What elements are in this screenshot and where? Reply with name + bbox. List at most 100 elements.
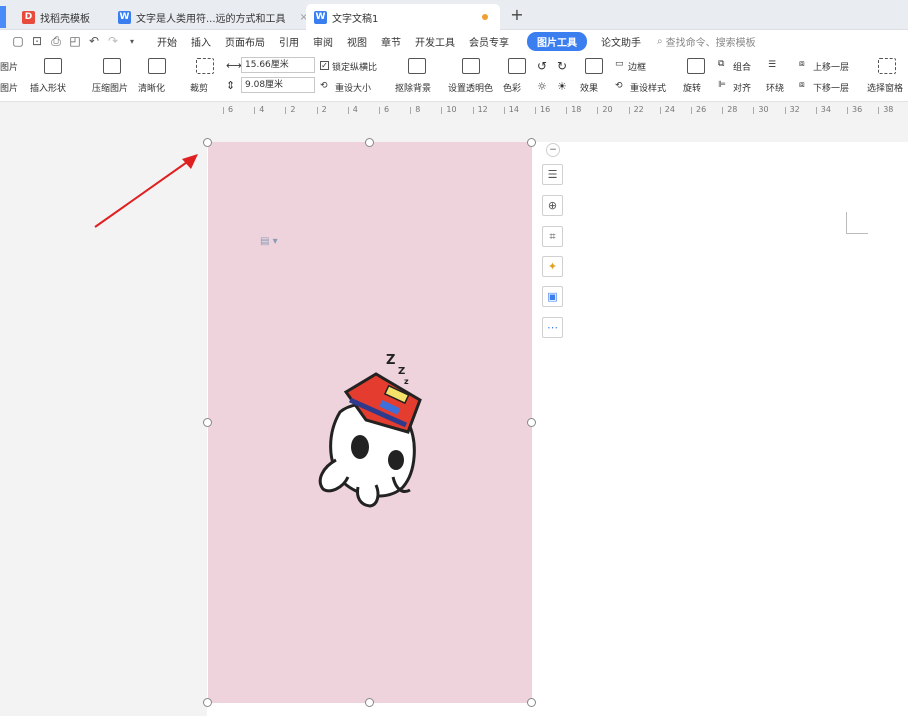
color-button[interactable]: 色彩 — [503, 81, 521, 94]
compress-picture-button[interactable]: 压缩图片 — [92, 81, 128, 94]
more-options-icon[interactable]: ⋯ — [542, 317, 563, 338]
bring-forward-button[interactable]: 上移一层 — [813, 60, 849, 73]
ruler-label: 38 — [883, 105, 894, 114]
resize-handle-top-right[interactable] — [527, 138, 536, 147]
change-picture-button[interactable]: 图片 — [0, 60, 18, 73]
lock-ratio-checkbox[interactable]: ✓ — [320, 61, 329, 70]
remove-background-button[interactable]: 抠除背景 — [395, 81, 431, 94]
ruler-tick — [254, 107, 256, 114]
send-backward-button[interactable]: 下移一层 — [813, 81, 849, 94]
align-button[interactable]: 对齐 — [733, 81, 751, 94]
ruler-label: 10 — [446, 105, 457, 114]
resize-handle-bottom[interactable] — [365, 698, 374, 707]
menu-references[interactable]: 引用 — [279, 34, 299, 49]
print-icon[interactable]: ⎙ — [48, 33, 64, 49]
reset-size-button[interactable]: 重设大小 — [335, 81, 371, 94]
resize-handle-left[interactable] — [203, 418, 212, 427]
rotate-left-icon[interactable]: ↺ — [537, 59, 547, 73]
zoom-in-icon[interactable]: ⊕ — [542, 195, 563, 216]
menu-insert[interactable]: 插入 — [191, 34, 211, 49]
export-pdf-icon[interactable]: ⊡ — [29, 33, 45, 49]
sleep-z-text: Z — [386, 353, 395, 368]
resize-handle-bottom-right[interactable] — [527, 698, 536, 707]
menu-view[interactable]: 视图 — [347, 34, 367, 49]
ruler-label: 24 — [664, 105, 675, 114]
brightness-icon[interactable]: ☼ — [537, 80, 547, 93]
command-search[interactable]: ⌕ 查找命令、搜索模板 — [657, 34, 756, 49]
print-preview-icon[interactable]: ◰ — [67, 33, 83, 49]
new-tab-button[interactable]: + — [506, 4, 528, 26]
ai-idea-icon[interactable]: ✦ — [542, 256, 563, 277]
ruler-tick — [285, 107, 287, 114]
undo-icon[interactable]: ↶ — [86, 33, 102, 49]
effect-button[interactable]: 效果 — [580, 81, 598, 94]
redo-icon[interactable]: ↷ — [105, 33, 121, 49]
menu-review[interactable]: 审阅 — [313, 34, 333, 49]
tab-docer-templates[interactable]: D 找稻壳模板 — [14, 4, 98, 30]
resize-handle-top-left[interactable] — [203, 138, 212, 147]
sleep-z-text: z — [404, 377, 409, 386]
ruler-tick — [722, 107, 724, 114]
chevron-down-icon[interactable]: ▾ — [124, 33, 140, 49]
ruler-label: 14 — [508, 105, 519, 114]
reset-style-button[interactable]: 重设样式 — [630, 81, 666, 94]
ruler-label: 16 — [540, 105, 551, 114]
selected-picture[interactable]: Z Z z — [208, 142, 532, 703]
collapse-icon[interactable]: − — [546, 143, 560, 157]
save-icon[interactable]: ▢ — [10, 33, 26, 49]
resize-handle-bottom-left[interactable] — [203, 698, 212, 707]
layout-options-icon[interactable]: ▤ ▾ — [260, 236, 278, 247]
rotate-icon — [687, 58, 705, 74]
lock-ratio-label: 锁定纵横比 — [332, 63, 378, 73]
ruler-label: 30 — [758, 105, 769, 114]
menu-member[interactable]: 会员专享 — [469, 34, 509, 49]
picture-button[interactable]: 图片 — [0, 81, 18, 94]
border-button[interactable]: 边框 — [628, 60, 646, 73]
rotate-right-icon[interactable]: ↻ — [557, 59, 567, 73]
tab-bar: D 找稻壳模板 W 文字是人类用符...远的方式和工具 × W 文字文稿1 + — [0, 0, 908, 30]
contrast-icon[interactable]: ☀ — [557, 80, 567, 93]
ruler-tick — [815, 107, 817, 114]
crop-icon[interactable]: ⌗ — [542, 226, 563, 247]
selection-pane-button[interactable]: 选择窗格 — [867, 81, 903, 94]
tab-document-2[interactable]: W 文字是人类用符...远的方式和工具 × — [110, 4, 316, 30]
resize-handle-top[interactable] — [365, 138, 374, 147]
group-button[interactable]: 组合 — [733, 60, 751, 73]
height-icon: ⇕ — [226, 79, 236, 92]
rotate-button[interactable]: 旋转 — [683, 81, 701, 94]
menu-section[interactable]: 章节 — [381, 34, 401, 49]
height-field[interactable]: 9.08厘米 — [241, 77, 315, 93]
remove-background-icon — [408, 58, 426, 74]
clarify-button[interactable]: 清晰化 — [138, 81, 165, 94]
set-transparent-button[interactable]: 设置透明色 — [448, 81, 493, 94]
ruler-label: 18 — [571, 105, 582, 114]
insert-shape-button[interactable]: 插入形状 — [30, 81, 66, 94]
wrap-text-icon: ☰ — [768, 60, 777, 70]
tab-label: 文字是人类用符...远的方式和工具 — [136, 13, 286, 25]
ruler-label: 26 — [696, 105, 707, 114]
bring-forward-icon: ⧈ — [799, 59, 805, 69]
menu-picture-tools[interactable]: 图片工具 — [527, 31, 587, 51]
tab-label: 找稻壳模板 — [40, 13, 90, 25]
ruler-tick — [472, 107, 474, 114]
effect-icon — [585, 58, 603, 74]
horizontal-ruler[interactable]: 6 4 2 2 4 6 8 10 12 14 16 18 20 22 24 26 28 30 32 34 36 38 — [220, 103, 908, 121]
crop-button[interactable]: 裁剪 — [190, 81, 208, 94]
wps-writer-window: D 找稻壳模板 W 文字是人类用符...远的方式和工具 × W 文字文稿1 + … — [0, 0, 908, 716]
tab-document-1[interactable]: W 文字文稿1 — [306, 4, 500, 30]
menu-home[interactable]: 开始 — [157, 34, 177, 49]
sleep-z-text: Z — [398, 366, 405, 377]
wrap-button[interactable]: 环绕 — [766, 81, 784, 94]
menu-page-layout[interactable]: 页面布局 — [225, 34, 265, 49]
ruler-tick — [347, 107, 349, 114]
menu-thesis-assistant[interactable]: 论文助手 — [601, 34, 641, 49]
layout-options-icon[interactable]: ☰ — [542, 164, 563, 185]
resize-handle-right[interactable] — [527, 418, 536, 427]
menu-developer[interactable]: 开发工具 — [415, 34, 455, 49]
width-field[interactable]: 15.66厘米 — [241, 57, 315, 73]
ruler-tick — [784, 107, 786, 114]
ruler-label: 2 — [290, 105, 296, 114]
picture-to-text-icon[interactable]: ▣ — [542, 286, 563, 307]
ruler-label: 34 — [820, 105, 831, 114]
margin-corner-mark — [846, 212, 868, 234]
